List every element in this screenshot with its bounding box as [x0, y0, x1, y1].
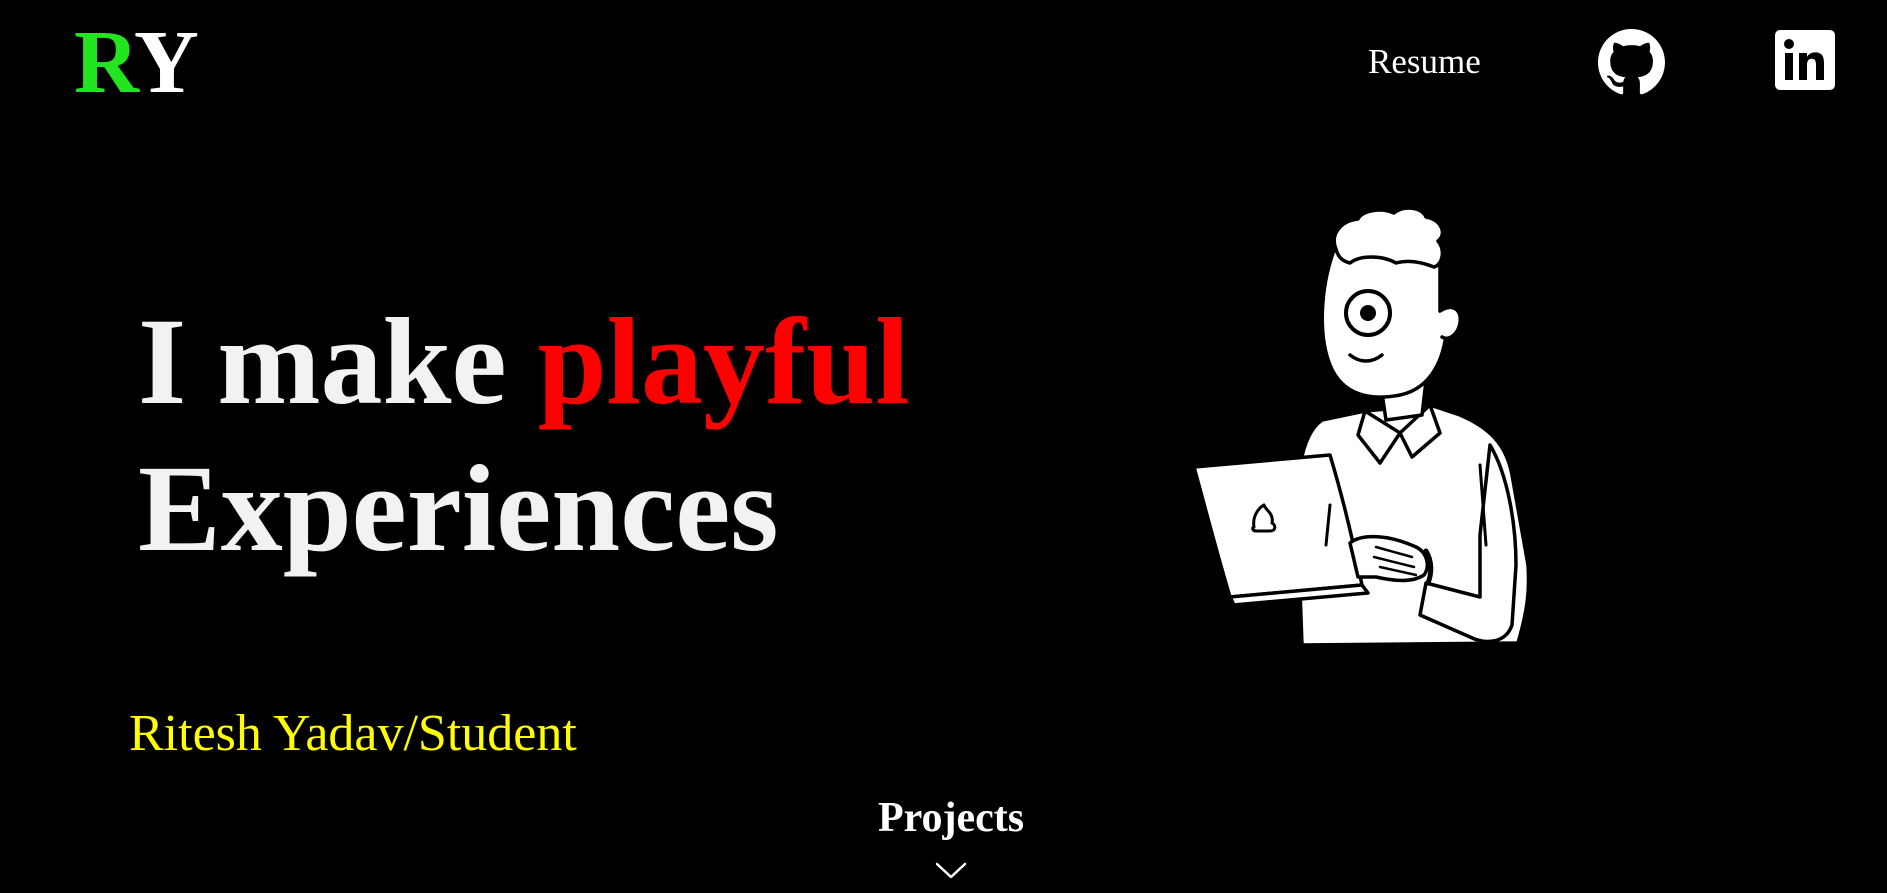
page: RY Resume I make playful Experiences Rit… [0, 0, 1887, 893]
logo-letter-r: R [74, 13, 136, 112]
projects-link[interactable]: Projects [878, 797, 1024, 839]
linkedin-icon [1775, 30, 1835, 90]
hero-headline-accent: playful [537, 293, 910, 430]
hero-subtitle: Ritesh Yadav/Student [129, 705, 577, 762]
github-icon [1598, 29, 1665, 95]
github-link[interactable] [1598, 29, 1665, 96]
logo[interactable]: RY [74, 18, 199, 108]
resume-link[interactable]: Resume [1368, 44, 1481, 79]
hero-headline-prefix: I make [138, 293, 538, 430]
man-with-laptop-illustration [1192, 206, 1531, 647]
logo-letter-y: Y [133, 13, 199, 112]
chevron-down-icon[interactable] [934, 860, 968, 882]
linkedin-link[interactable] [1775, 30, 1835, 90]
hero-headline-line-1: I make playful [138, 300, 910, 424]
hero-headline-line-2: Experiences [138, 440, 779, 577]
